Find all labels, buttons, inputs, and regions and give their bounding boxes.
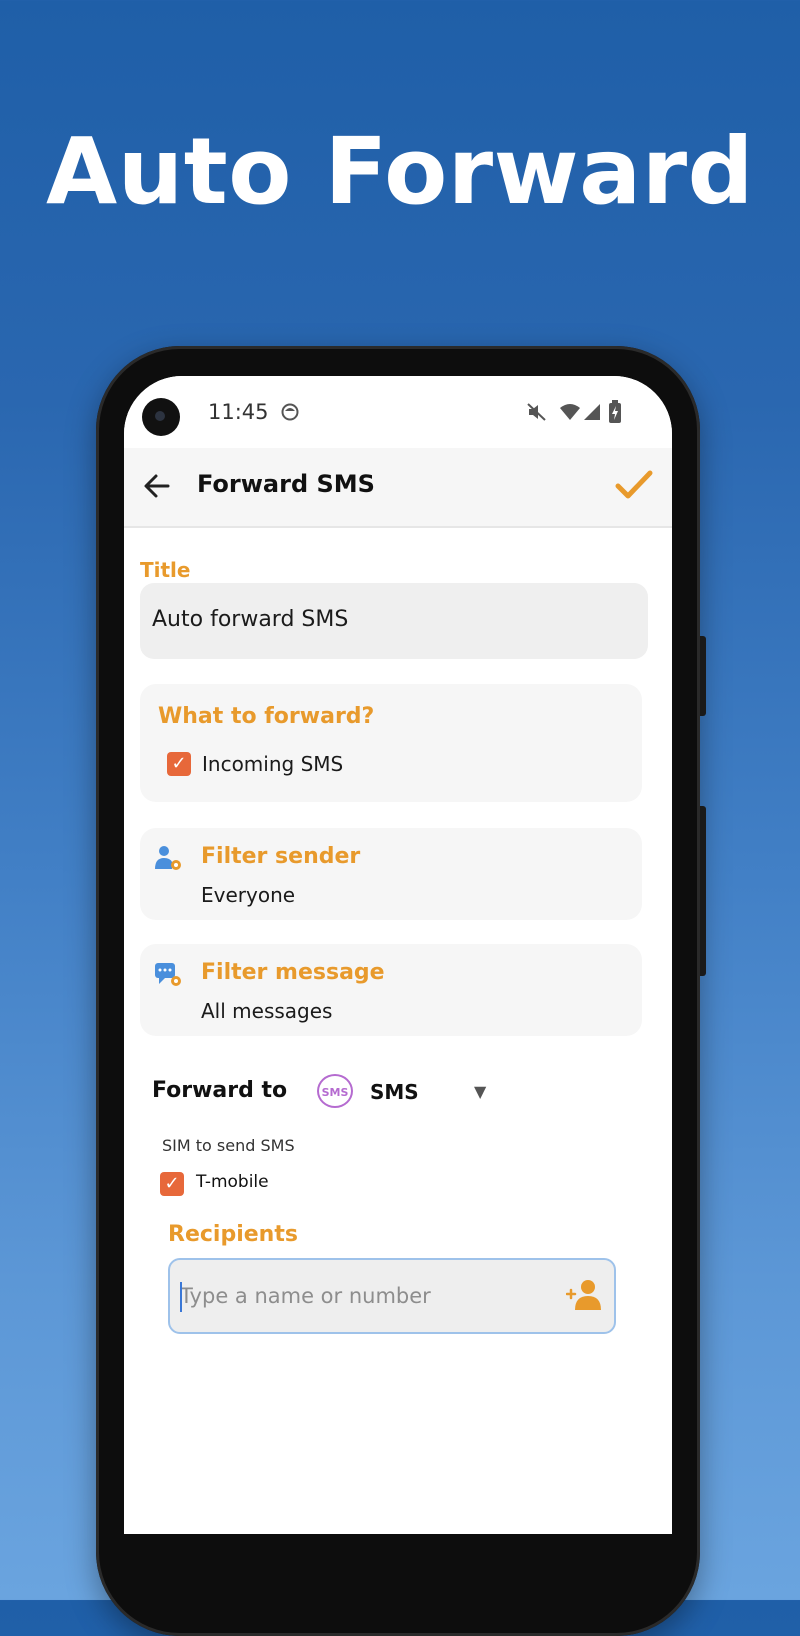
front-camera xyxy=(142,398,180,436)
navigation-handle[interactable] xyxy=(316,1511,476,1517)
dropdown-caret-icon[interactable]: ▼ xyxy=(474,1082,486,1101)
wifi-icon xyxy=(560,404,580,420)
toolbar-title: Forward SMS xyxy=(197,470,375,498)
title-label: Title xyxy=(140,558,191,582)
filter-message-card[interactable]: Filter message All messages xyxy=(140,944,642,1036)
message-gear-icon xyxy=(155,963,181,986)
app-toolbar: Forward SMS xyxy=(124,448,672,528)
mute-icon xyxy=(527,403,546,421)
recipients-input[interactable] xyxy=(180,1274,550,1318)
volume-button xyxy=(700,806,706,976)
recipients-field[interactable] xyxy=(168,1258,616,1334)
save-check-icon[interactable] xyxy=(614,468,654,502)
incoming-sms-checkbox[interactable]: ✓ xyxy=(167,752,191,776)
incoming-sms-label: Incoming SMS xyxy=(202,752,344,776)
filter-message-value: All messages xyxy=(201,999,333,1023)
status-time: 11:45 xyxy=(208,400,269,424)
sim-option-label: T-mobile xyxy=(196,1172,269,1192)
back-arrow-icon[interactable] xyxy=(142,472,172,500)
filter-sender-card[interactable]: Filter sender Everyone xyxy=(140,828,642,920)
what-to-forward-card: What to forward? ✓ Incoming SMS xyxy=(140,684,642,802)
title-input[interactable]: Auto forward SMS xyxy=(140,583,648,659)
battery-icon xyxy=(609,400,621,423)
sim-label: SIM to send SMS xyxy=(162,1136,295,1155)
status-bar: 11:45 xyxy=(124,376,672,448)
recipients-label: Recipients xyxy=(168,1222,298,1247)
person-gear-icon xyxy=(155,846,181,870)
sim-checkbox[interactable]: ✓ xyxy=(160,1172,184,1196)
forward-method-select[interactable]: SMS xyxy=(370,1080,419,1104)
add-person-icon[interactable] xyxy=(566,1278,602,1312)
filter-sender-value: Everyone xyxy=(201,883,296,907)
phone-screen: 11:45 Forward SMS Title Auto forward SMS… xyxy=(124,376,672,1534)
signal-icon xyxy=(584,404,600,420)
power-button xyxy=(700,636,706,716)
phone-frame: 11:45 Forward SMS Title Auto forward SMS… xyxy=(96,346,706,1636)
promo-headline: Auto Forward xyxy=(46,118,754,225)
sms-bubble-icon: SMS xyxy=(317,1074,353,1108)
filter-sender-heading: Filter sender xyxy=(201,844,361,869)
notification-app-icon xyxy=(281,403,299,421)
what-to-forward-heading: What to forward? xyxy=(158,704,375,729)
text-cursor xyxy=(180,1282,182,1312)
forward-to-label: Forward to xyxy=(152,1078,288,1103)
filter-message-heading: Filter message xyxy=(201,960,385,985)
